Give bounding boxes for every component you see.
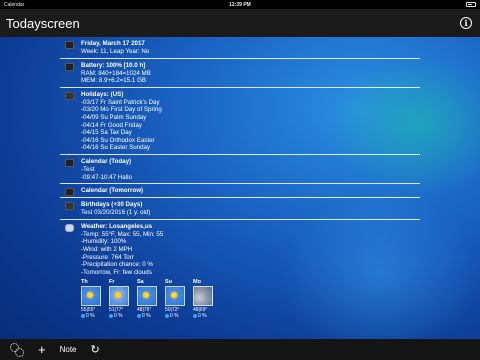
forecast-day-label: Su (165, 279, 173, 286)
weather-header: Weather: Losangeles,us (81, 222, 153, 230)
calendar-tomorrow-header: Calendar (Tomorrow) (81, 187, 144, 195)
weather-line: -Precipitation chance: 0 % (81, 261, 153, 269)
weather-line: -Humidity: 100% (81, 238, 127, 246)
forecast-precip: 0 % (81, 313, 101, 319)
calendar-today-header: Calendar (Today) (81, 157, 132, 165)
rain-drop-icon (109, 314, 113, 319)
page-title: Todayscreen (6, 15, 80, 31)
holiday-icon (65, 91, 74, 100)
forecast-day-label: Mo (193, 279, 201, 286)
holiday-item: -04/16 Su Easter Sunday (81, 144, 151, 152)
holiday-item: -03/17 Fr Saint Patrick's Day (81, 98, 160, 106)
birthday-icon (65, 202, 74, 211)
add-button[interactable]: + (38, 343, 46, 356)
note-button[interactable]: Note (60, 345, 77, 354)
info-icon[interactable]: i (460, 17, 472, 29)
weather-line: -Temp: 55°F, Max: 55, Min: 55 (81, 230, 164, 238)
birthdays-section[interactable]: Birthdays (+30 Days) Test 03/20/2016 (1 … (60, 198, 420, 220)
event-item: -Test (81, 165, 95, 173)
rain-drop-icon (81, 314, 85, 319)
calendar-today-section[interactable]: Calendar (Today) -Test -09:47-10:47 Hall… (60, 155, 420, 185)
widget-list: Friday, March 17 2017 Week: 11, Leap Yea… (60, 37, 420, 339)
sun-icon (165, 286, 185, 307)
date-section[interactable]: Friday, March 17 2017 Week: 11, Leap Yea… (60, 37, 420, 59)
battery-indicator (466, 2, 476, 7)
bottom-toolbar: + Note ↻ (0, 339, 480, 360)
battery-section[interactable]: Battery: 100% [10.0 h] RAM: 840+184=1024… (60, 59, 420, 88)
forecast-day: Su 50|72° 0 % (165, 279, 185, 319)
calendar-tomorrow-section[interactable]: Calendar (Tomorrow) (60, 184, 420, 199)
calendar-icon (65, 158, 74, 167)
forecast-day: Fr 51|77° 0 % (109, 279, 129, 319)
mem-line: MEM: 8.9+6.2=15.1 GB (81, 77, 147, 85)
weather-section[interactable]: Weather: Losangeles,us -Temp: 55°F, Max:… (60, 220, 420, 323)
forecast-precip: 0 % (137, 313, 157, 319)
weather-line: -Tomorrow, Fr: few clouds (81, 268, 152, 276)
birthdays-header: Birthdays (+30 Days) (81, 201, 143, 209)
forecast-day-label: Sa (137, 279, 144, 286)
settings-gear-icon[interactable] (10, 342, 24, 357)
battery-icon (466, 2, 476, 7)
date-header: Friday, March 17 2017 (81, 40, 145, 47)
calendar-icon (65, 41, 74, 49)
forecast-day: Th 55|55° 0 % (81, 279, 101, 319)
sun-haze-icon (109, 286, 129, 307)
holiday-item: -04/15 Sa Tax Day (81, 129, 132, 137)
weather-line: -Pressure: 764 Torr (81, 253, 134, 261)
clouds-icon (193, 286, 213, 307)
birthday-item: Test 03/20/2016 (1 y. old) (81, 209, 151, 217)
forecast-precip: 0 % (165, 313, 185, 319)
rain-drop-icon (165, 314, 169, 319)
holidays-section[interactable]: Holidays: (US) -03/17 Fr Saint Patrick's… (60, 88, 420, 155)
nav-bar: Todayscreen i (0, 9, 480, 37)
status-bar: Calendar 12:39 PM (0, 0, 480, 9)
holidays-header: Holidays: (US) (81, 90, 124, 98)
event-item: -09:47-10:47 Hallo (81, 173, 132, 181)
forecast-day-label: Th (81, 279, 88, 286)
date-line: Week: 11, Leap Year: No (81, 48, 150, 55)
holiday-item: -03/20 Mo First Day of Spring (81, 106, 162, 114)
forecast-day-label: Fr (109, 279, 115, 286)
holiday-item: -04/16 Su Orthodox Easter (81, 136, 155, 144)
rain-drop-icon (137, 314, 141, 319)
battery-header: Battery: 100% [10.0 h] (81, 61, 146, 69)
ram-line: RAM: 840+184=1024 MB (81, 69, 151, 77)
forecast-day: Mo 48|69° 0 % (193, 279, 213, 319)
forecast-day: Sa 48|75° 0 % (137, 279, 157, 319)
calendar-icon (65, 188, 74, 197)
sun-icon (137, 286, 157, 307)
refresh-icon[interactable]: ↻ (91, 343, 100, 356)
chip-icon (65, 62, 74, 71)
cloud-icon (65, 223, 74, 232)
weather-line: -Wind: with 2 MPH (81, 245, 133, 253)
clock: 12:39 PM (229, 1, 251, 8)
sun-icon (81, 286, 101, 307)
rain-drop-icon (193, 314, 197, 319)
forecast-row: Th 55|55° 0 % Fr 51|77° 0 % Sa 48|75° 0 … (81, 279, 416, 319)
forecast-precip: 0 % (193, 313, 213, 319)
holiday-item: -04/09 Su Palm Sunday (81, 113, 147, 121)
forecast-precip: 0 % (109, 313, 129, 319)
holiday-item: -04/14 Fr Good Friday (81, 121, 142, 129)
